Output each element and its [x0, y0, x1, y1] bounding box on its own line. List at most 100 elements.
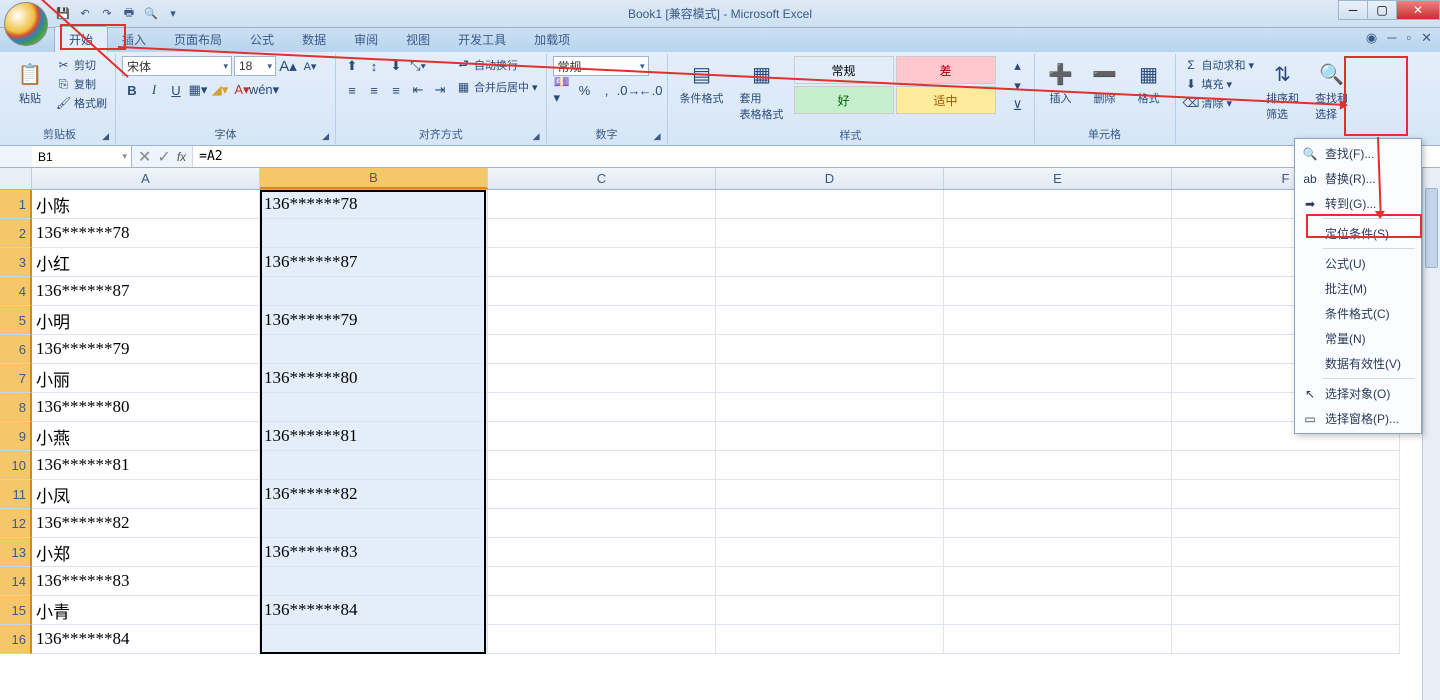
row-header[interactable]: 9: [0, 422, 32, 451]
cell[interactable]: [716, 248, 944, 277]
cell[interactable]: [488, 190, 716, 219]
cell[interactable]: [1172, 509, 1400, 538]
cell[interactable]: [1172, 567, 1400, 596]
cell[interactable]: [260, 509, 488, 538]
menu-item[interactable]: 批注(M): [1297, 276, 1419, 301]
cell[interactable]: 136******87: [32, 277, 260, 306]
cell[interactable]: [488, 422, 716, 451]
table-format-button[interactable]: ▦套用 表格格式: [734, 56, 790, 126]
cell[interactable]: 136******82: [260, 480, 488, 509]
align-center-icon[interactable]: ≡: [364, 80, 384, 100]
row-header[interactable]: 7: [0, 364, 32, 393]
cell[interactable]: [716, 451, 944, 480]
cell[interactable]: 136******80: [260, 364, 488, 393]
cell[interactable]: [716, 190, 944, 219]
cell-styles-gallery[interactable]: 常规 差 好 适中: [794, 56, 1004, 114]
cell[interactable]: 136******79: [32, 335, 260, 364]
menu-item[interactable]: 定位条件(S)...: [1297, 221, 1419, 246]
row-header[interactable]: 10: [0, 451, 32, 480]
dialog-launcher-icon[interactable]: ◢: [102, 131, 109, 142]
row-header[interactable]: 4: [0, 277, 32, 306]
tab-view[interactable]: 视图: [392, 27, 444, 52]
formula-input[interactable]: =A2: [193, 146, 1440, 167]
indent-inc-icon[interactable]: ⇥: [430, 80, 450, 100]
qat-more-icon[interactable]: ▾: [164, 5, 182, 23]
align-left-icon[interactable]: ≡: [342, 80, 362, 100]
menu-item[interactable]: 常量(N): [1297, 326, 1419, 351]
tab-developer[interactable]: 开发工具: [444, 27, 520, 52]
fill-button[interactable]: ⬇填充▾: [1182, 75, 1257, 93]
cell[interactable]: [716, 364, 944, 393]
copy-button[interactable]: ⎘复制: [54, 75, 109, 93]
row-header[interactable]: 13: [0, 538, 32, 567]
tab-layout[interactable]: 页面布局: [160, 27, 236, 52]
row-header[interactable]: 14: [0, 567, 32, 596]
column-header[interactable]: D: [716, 168, 944, 189]
cell[interactable]: [260, 277, 488, 306]
menu-item[interactable]: ▭选择窗格(P)...: [1297, 406, 1419, 431]
row-header[interactable]: 8: [0, 393, 32, 422]
indent-dec-icon[interactable]: ⇤: [408, 80, 428, 100]
cell[interactable]: 136******78: [260, 190, 488, 219]
cell[interactable]: [944, 248, 1172, 277]
column-header[interactable]: C: [488, 168, 716, 189]
cell[interactable]: [488, 509, 716, 538]
cell[interactable]: 小凤: [32, 480, 260, 509]
maximize-button[interactable]: ▢: [1367, 0, 1397, 20]
cell[interactable]: [716, 393, 944, 422]
cell[interactable]: [716, 277, 944, 306]
orientation-icon[interactable]: ⤡▾: [408, 56, 428, 76]
tab-formulas[interactable]: 公式: [236, 27, 288, 52]
cell[interactable]: [488, 596, 716, 625]
cell[interactable]: [488, 335, 716, 364]
cell[interactable]: 136******79: [260, 306, 488, 335]
menu-item[interactable]: ↖选择对象(O): [1297, 381, 1419, 406]
redo-icon[interactable]: ↷: [98, 5, 116, 23]
cell[interactable]: [716, 422, 944, 451]
row-header[interactable]: 15: [0, 596, 32, 625]
style-neutral[interactable]: 适中: [896, 86, 996, 114]
dialog-launcher-icon[interactable]: ◢: [322, 131, 329, 142]
cell[interactable]: [488, 393, 716, 422]
gallery-up-icon[interactable]: ▴: [1008, 56, 1028, 76]
cell[interactable]: [260, 625, 488, 654]
clear-button[interactable]: ⌫清除▾: [1182, 94, 1257, 112]
row-header[interactable]: 2: [0, 219, 32, 248]
conditional-format-button[interactable]: ▤条件格式: [674, 56, 730, 110]
enter-icon[interactable]: ✓: [157, 147, 170, 167]
comma-icon[interactable]: ,: [597, 80, 617, 100]
menu-item[interactable]: 数据有效性(V): [1297, 351, 1419, 376]
fill-color-button[interactable]: ◢▾: [210, 80, 230, 100]
cell[interactable]: [488, 277, 716, 306]
menu-item[interactable]: ➡转到(G)...: [1297, 191, 1419, 216]
cell[interactable]: [488, 219, 716, 248]
cell[interactable]: [944, 567, 1172, 596]
cut-button[interactable]: ✂剪切: [54, 56, 109, 74]
cell[interactable]: [944, 538, 1172, 567]
column-header[interactable]: B: [260, 168, 488, 189]
cell[interactable]: [944, 509, 1172, 538]
cell[interactable]: [1172, 596, 1400, 625]
tab-review[interactable]: 审阅: [340, 27, 392, 52]
cell[interactable]: [260, 393, 488, 422]
increase-font-icon[interactable]: A▴: [278, 56, 298, 76]
cells-area[interactable]: 小陈136******78136******78小红136******87136…: [32, 190, 1400, 654]
currency-icon[interactable]: 💷▾: [553, 80, 573, 100]
cell[interactable]: 136******83: [32, 567, 260, 596]
dialog-launcher-icon[interactable]: ◢: [533, 131, 540, 142]
gallery-more-icon[interactable]: ⊻: [1008, 96, 1028, 116]
cell[interactable]: [944, 277, 1172, 306]
font-name-combo[interactable]: 宋体: [122, 56, 232, 76]
preview-icon[interactable]: 🔍: [142, 5, 160, 23]
cell[interactable]: [944, 219, 1172, 248]
align-top-icon[interactable]: ⬆: [342, 56, 362, 76]
row-header[interactable]: 5: [0, 306, 32, 335]
cell[interactable]: 136******84: [260, 596, 488, 625]
cell[interactable]: [944, 393, 1172, 422]
cell[interactable]: [944, 306, 1172, 335]
cell[interactable]: [944, 480, 1172, 509]
cell[interactable]: [716, 567, 944, 596]
scrollbar-thumb[interactable]: [1425, 188, 1438, 268]
percent-icon[interactable]: %: [575, 80, 595, 100]
menu-item[interactable]: 🔍查找(F)...: [1297, 141, 1419, 166]
